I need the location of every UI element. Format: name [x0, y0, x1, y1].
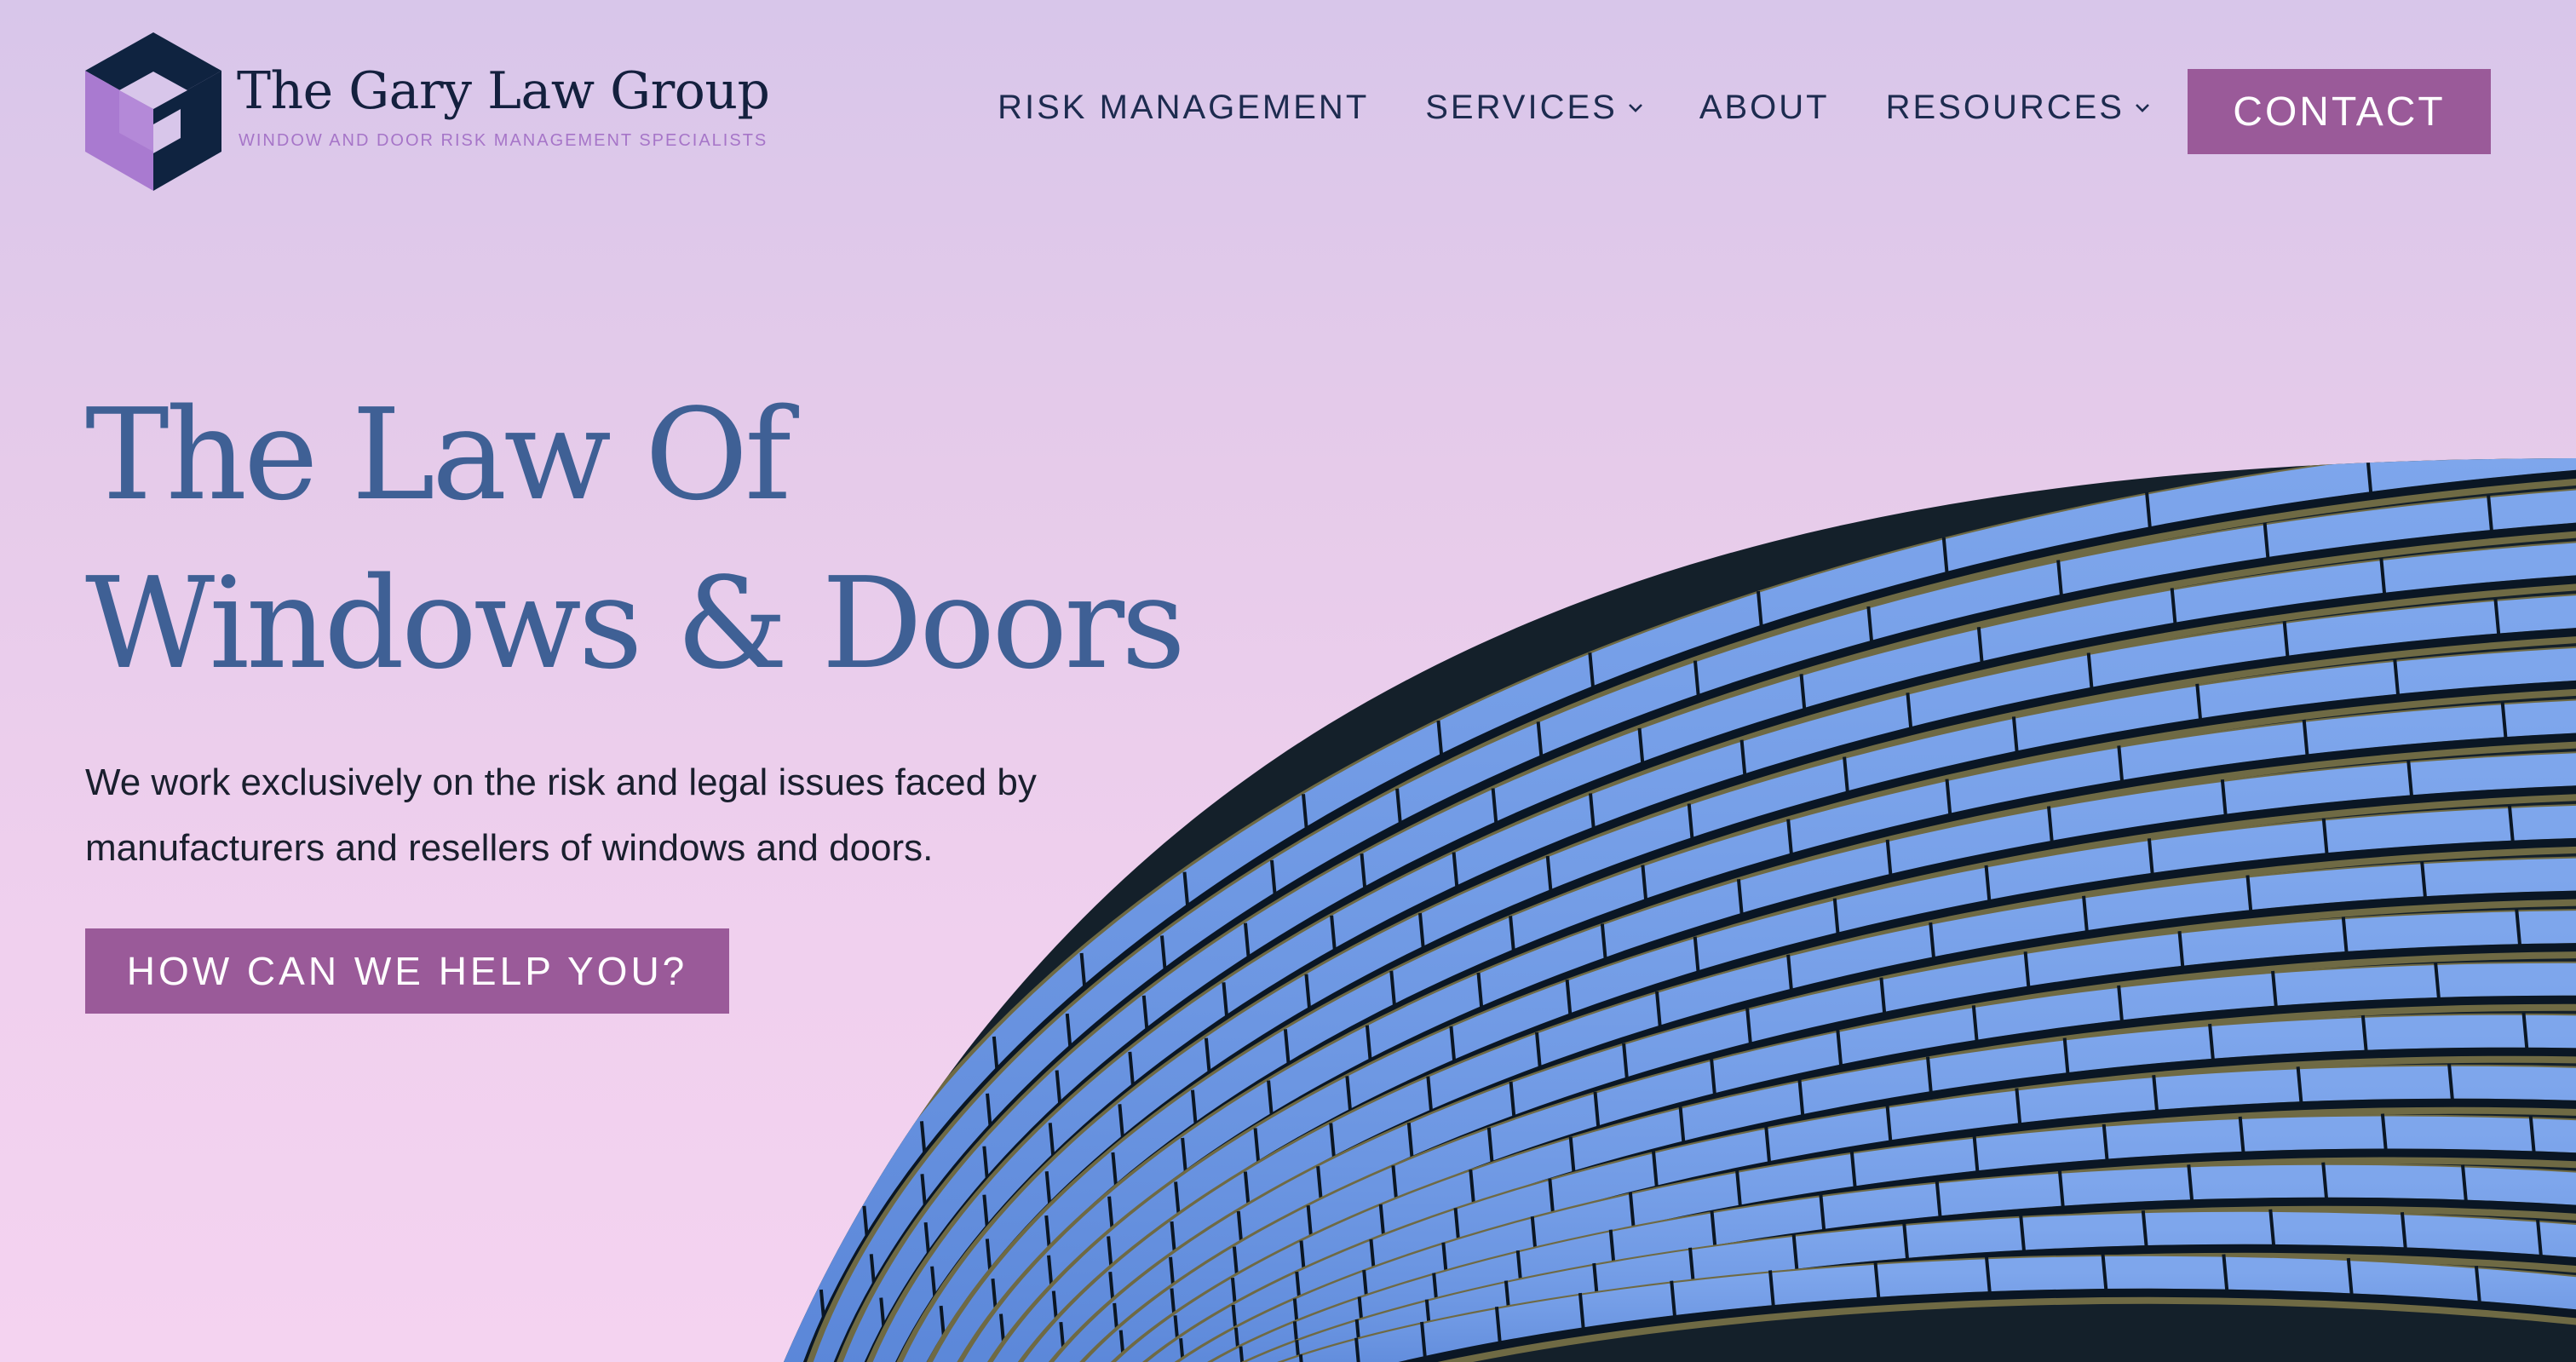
nav-item-label: SERVICES	[1425, 89, 1618, 126]
site-logo[interactable]: The Gary Law Group WINDOW AND DOOR RISK …	[85, 32, 784, 194]
chevron-down-icon	[1628, 103, 1642, 112]
hero-title-line-1: The Law Of	[85, 382, 791, 528]
nav-item-about[interactable]: ABOUT	[1699, 89, 1830, 127]
main-nav: RISK MANAGEMENT SERVICES ABOUT RESOURCES	[998, 89, 2150, 127]
hero-title-line-2: Windows & Doors	[85, 550, 1186, 697]
nav-item-label: ABOUT	[1699, 89, 1830, 126]
site-header: The Gary Law Group WINDOW AND DOOR RISK …	[0, 0, 2576, 204]
nav-item-label: RISK MANAGEMENT	[998, 89, 1370, 126]
nav-item-risk-management[interactable]: RISK MANAGEMENT	[998, 89, 1369, 127]
help-cta-button[interactable]: HOW CAN WE HELP YOU?	[85, 928, 729, 1014]
logo-cube-icon	[85, 32, 221, 191]
nav-item-resources[interactable]: RESOURCES	[1886, 89, 2150, 127]
nav-item-services[interactable]: SERVICES	[1425, 89, 1643, 127]
hero-subtitle: We work exclusively on the risk and lega…	[85, 761, 1037, 869]
chevron-down-icon	[2136, 103, 2149, 112]
logo-tagline: WINDOW AND DOOR RISK MANAGEMENT SPECIALI…	[239, 131, 768, 150]
contact-button[interactable]: CONTACT	[2188, 69, 2491, 154]
hero-title: The Law Of Windows & Doors	[85, 371, 1186, 708]
logo-name: The Gary Law Group	[237, 61, 770, 121]
nav-item-label: RESOURCES	[1885, 89, 2125, 126]
